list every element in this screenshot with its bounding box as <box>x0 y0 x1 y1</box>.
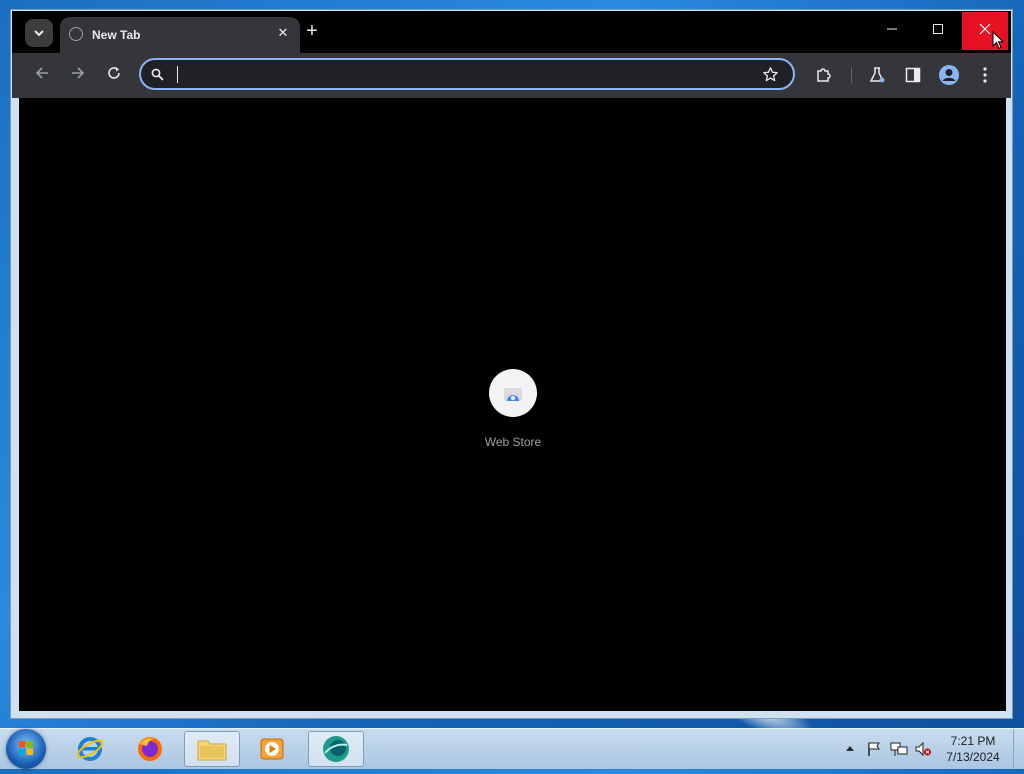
browser-app-icon <box>323 736 349 762</box>
folder-icon <box>197 740 227 761</box>
taskbar-browser-app[interactable] <box>308 731 364 767</box>
forward-button[interactable] <box>66 64 90 88</box>
close-icon <box>979 23 991 35</box>
tab-title: New Tab <box>92 28 141 42</box>
minimize-icon <box>887 28 897 30</box>
reload-button[interactable] <box>102 64 126 88</box>
text-cursor <box>177 66 178 83</box>
reload-icon <box>108 67 120 79</box>
web-store-icon <box>504 388 522 401</box>
media-player-icon <box>260 738 284 760</box>
star-icon[interactable] <box>762 66 779 83</box>
tab-new-tab[interactable]: New Tab ✕ <box>60 17 300 55</box>
taskbar: 7:21 PM 7/13/2024 <box>0 728 1024 769</box>
chevron-down-icon <box>34 30 44 37</box>
profile-icon <box>939 65 959 85</box>
maximize-icon <box>933 24 943 34</box>
show-desktop-button[interactable] <box>1013 729 1024 769</box>
menu-button[interactable] <box>973 63 997 87</box>
volume-muted-icon[interactable] <box>914 741 932 757</box>
close-tab-icon[interactable]: ✕ <box>274 24 292 42</box>
start-button[interactable] <box>6 729 46 769</box>
action-center-flag-icon[interactable] <box>866 741 882 757</box>
labs-button[interactable] <box>865 63 889 87</box>
menu-icon <box>983 67 987 83</box>
minimize-button[interactable] <box>869 12 915 50</box>
network-icon[interactable] <box>890 741 908 757</box>
search-icon <box>151 68 164 81</box>
toolbar <box>12 53 1011 98</box>
extensions-button[interactable] <box>812 63 836 87</box>
taskbar-media-player[interactable] <box>244 731 300 767</box>
system-tray: 7:21 PM 7/13/2024 <box>818 729 1024 769</box>
firefox-icon <box>138 737 162 761</box>
side-panel-button[interactable] <box>901 63 925 87</box>
shortcut-label: Web Store <box>484 435 542 449</box>
internet-explorer-icon <box>76 737 104 761</box>
back-button[interactable] <box>30 64 54 88</box>
windows-logo-icon <box>19 741 33 755</box>
back-icon <box>35 67 48 79</box>
labs-icon <box>869 67 885 83</box>
address-bar[interactable] <box>139 58 795 90</box>
new-tab-button[interactable]: + <box>300 20 324 44</box>
shortcut-web-store[interactable]: Web Store <box>481 369 545 449</box>
title-bar: New Tab ✕ + <box>12 11 1011 55</box>
side-panel-icon <box>905 67 921 83</box>
taskbar-internet-explorer[interactable] <box>62 731 118 767</box>
new-tab-page: Web Store <box>19 98 1006 711</box>
mouse-cursor-icon <box>992 31 1004 50</box>
tab-search-button[interactable] <box>25 19 53 47</box>
address-input[interactable] <box>179 64 743 86</box>
clock-time: 7:21 PM <box>950 734 996 748</box>
globe-icon <box>69 27 83 41</box>
clock-date: 7/13/2024 <box>946 750 1000 764</box>
forward-icon <box>72 67 85 79</box>
browser-window: New Tab ✕ + Web Store <box>10 9 1013 719</box>
extensions-icon <box>817 68 831 82</box>
clock[interactable]: 7:21 PM 7/13/2024 <box>940 733 1006 765</box>
taskbar-file-explorer[interactable] <box>184 731 240 767</box>
show-hidden-icons-icon[interactable] <box>846 745 854 751</box>
maximize-button[interactable] <box>915 12 961 50</box>
taskbar-firefox[interactable] <box>122 731 178 767</box>
toolbar-separator <box>851 67 852 83</box>
web-store-shortcut-tile[interactable] <box>489 369 537 417</box>
profile-button[interactable] <box>937 63 961 87</box>
